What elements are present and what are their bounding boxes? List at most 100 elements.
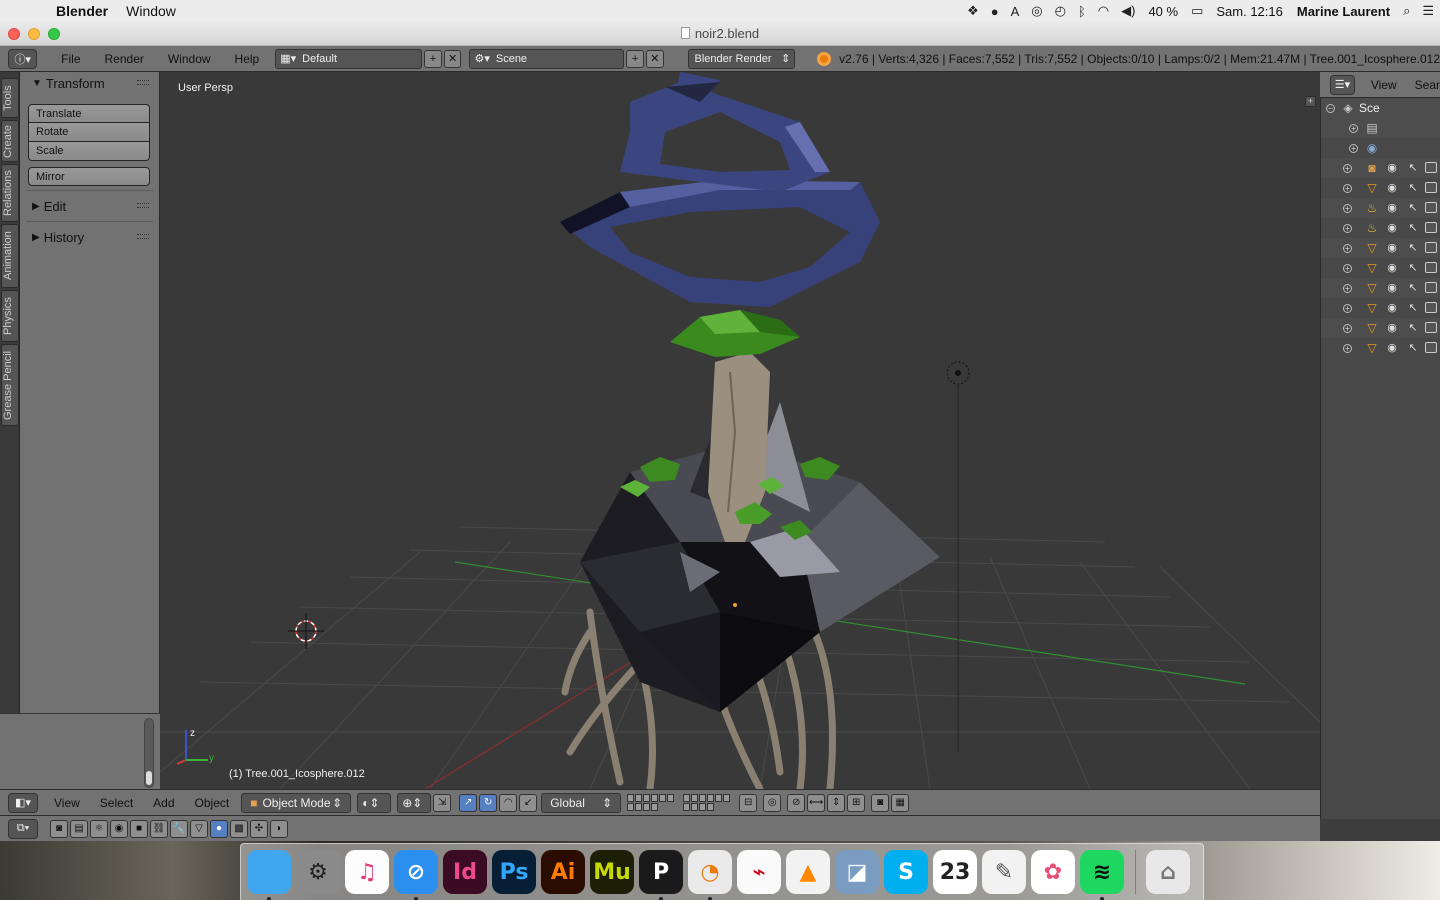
visibility-eye-icon[interactable]: ◉ — [1385, 341, 1399, 355]
select-menu[interactable]: Select — [90, 796, 143, 810]
operator-scrollbar[interactable] — [144, 718, 154, 788]
properties-region-toggle[interactable]: + — [1305, 96, 1316, 107]
clock[interactable]: Sam. 12:16 — [1209, 4, 1290, 19]
lock-layers-icon[interactable]: ⊟ — [739, 793, 758, 812]
calendar-icon[interactable]: 23 — [933, 850, 977, 894]
blender-icon[interactable]: ◔ — [688, 850, 732, 900]
outliner-row[interactable]: + ◙ ◉ ↖ — [1321, 158, 1440, 178]
spotify-icon[interactable]: ≋ — [1080, 850, 1124, 900]
outliner-scene-label[interactable]: Sce — [1359, 101, 1380, 115]
transform-panel-header[interactable]: ▼ Transform — [20, 72, 159, 94]
finder-icon[interactable] — [247, 850, 291, 900]
scene-tab-icon[interactable]: ⚛ — [90, 819, 108, 838]
acrobat-icon[interactable]: ⌁ — [737, 850, 781, 894]
viewport-scene[interactable]: z y — [160, 72, 1320, 789]
outliner-search-menu[interactable]: Sear — [1415, 78, 1440, 92]
vlc-icon[interactable]: ▲ — [786, 850, 830, 894]
expand-icon[interactable]: + — [1343, 324, 1352, 333]
visibility-eye-icon[interactable]: ◉ — [1385, 281, 1399, 295]
help-menu[interactable]: Help — [223, 52, 272, 66]
creative-cloud-icon[interactable]: ◎ — [1025, 3, 1048, 19]
outliner-row[interactable]: + ▽ ◉ ↖ — [1321, 278, 1440, 298]
selectable-cursor-icon[interactable]: ↖ — [1407, 341, 1419, 355]
timeline-editor-type-button[interactable]: ⧉▾ — [8, 818, 38, 839]
preview-icon[interactable]: ◪ — [835, 850, 879, 894]
snap-toggle-icon[interactable]: ⊘ — [787, 793, 806, 812]
render-camera-icon[interactable] — [1425, 202, 1437, 213]
window-menu[interactable]: Window — [126, 3, 176, 19]
expand-icon[interactable]: + — [1343, 264, 1352, 273]
outliner-row[interactable]: + ▽ ◉ ↖ — [1321, 298, 1440, 318]
outliner-row[interactable]: + ▽ ◉ ↖ — [1321, 178, 1440, 198]
expand-icon[interactable]: + — [1343, 184, 1352, 193]
render-camera-icon[interactable] — [1425, 222, 1437, 233]
outliner-row[interactable]: + ▽ ◉ ↖ — [1321, 238, 1440, 258]
photoshop-icon[interactable]: Ps — [492, 850, 536, 894]
itunes-icon[interactable]: ♫ — [345, 850, 389, 894]
world-tab-icon[interactable]: ◉ — [110, 819, 128, 838]
tab-animation[interactable]: Animation — [1, 224, 19, 288]
tab-grease-pencil[interactable]: Grease Pencil — [1, 344, 19, 426]
adobe-icon[interactable]: A — [1005, 4, 1026, 19]
info-editor-type-button[interactable]: ⓘ▾ — [8, 48, 38, 69]
outliner-row[interactable]: + ▽ ◉ ↖ — [1321, 258, 1440, 278]
battery-icon[interactable]: ▭ — [1185, 3, 1209, 19]
outliner-row[interactable]: + ▤ — [1321, 118, 1440, 138]
rotate-button[interactable]: Rotate — [28, 123, 150, 142]
volume-icon[interactable]: ◀) — [1115, 3, 1141, 19]
add-scene-button[interactable]: + — [626, 49, 644, 68]
3d-viewport[interactable]: z y User Persp (1) Tree.001_Icosphere.01… — [160, 72, 1320, 789]
expand-icon[interactable]: + — [1343, 244, 1352, 253]
scale-tool-icon[interactable]: ↙ — [519, 793, 538, 812]
file-menu[interactable]: File — [49, 52, 92, 66]
snap-element-icon[interactable]: ⟷ — [807, 793, 826, 812]
render-still-icon[interactable]: ◙ — [871, 793, 890, 812]
visibility-eye-icon[interactable]: ◉ — [1385, 201, 1399, 215]
skype-icon[interactable]: S — [884, 850, 928, 894]
outliner-row[interactable]: + ▽ ◉ ↖ — [1321, 338, 1440, 358]
layers-group-1[interactable] — [627, 793, 677, 812]
battery-percent[interactable]: 40 % — [1141, 4, 1185, 19]
tab-relations[interactable]: Relations — [1, 164, 19, 222]
scene-selector[interactable]: ⚙▾ Scene — [469, 48, 625, 69]
outliner-row[interactable]: + ♨ ◉ ↖ — [1321, 218, 1440, 238]
expand-icon[interactable]: + — [1343, 164, 1352, 173]
pivot-selector[interactable]: ⊕⇕ — [397, 792, 432, 813]
status-app-icon[interactable]: ● — [985, 4, 1005, 19]
object-tab-icon[interactable]: ■ — [130, 819, 148, 838]
dropbox-icon[interactable]: ❖ — [961, 3, 985, 19]
panel-grip-icon[interactable] — [137, 234, 149, 239]
tab-tools[interactable]: Tools — [1, 78, 19, 118]
constraints-tab-icon[interactable]: ⛓ — [150, 819, 168, 838]
render-camera-icon[interactable] — [1425, 282, 1437, 293]
expand-icon[interactable]: + — [1343, 284, 1352, 293]
selectable-cursor-icon[interactable]: ↖ — [1407, 321, 1419, 335]
expand-icon[interactable]: + — [1343, 344, 1352, 353]
object-menu[interactable]: Object — [185, 796, 240, 810]
layout-selector[interactable]: ▦▾ Default — [275, 48, 423, 69]
visibility-eye-icon[interactable]: ◉ — [1385, 261, 1399, 275]
visibility-eye-icon[interactable]: ◉ — [1385, 161, 1399, 175]
outliner-row-scene[interactable]: − ◈ Sce — [1321, 98, 1440, 118]
visibility-eye-icon[interactable]: ◉ — [1385, 181, 1399, 195]
outliner-row[interactable]: + ◉ — [1321, 138, 1440, 158]
selectable-cursor-icon[interactable]: ↖ — [1407, 201, 1419, 215]
add-layout-button[interactable]: + — [424, 49, 442, 68]
trash-icon[interactable]: ⌂ — [1146, 850, 1190, 894]
muse-icon[interactable]: Mu — [590, 850, 634, 894]
render-engine-selector[interactable]: Blender Render ⇕ — [687, 48, 796, 69]
time-machine-icon[interactable]: ◴ — [1049, 3, 1072, 19]
render-animation-icon[interactable]: ▦ — [891, 793, 910, 812]
illustrator-icon[interactable]: Ai — [541, 850, 585, 894]
modifiers-tab-icon[interactable]: 🔧 — [170, 819, 188, 838]
expand-icon[interactable]: + — [1349, 144, 1358, 153]
snap-grid-icon[interactable]: ⊞ — [847, 793, 866, 812]
render-camera-icon[interactable] — [1425, 182, 1437, 193]
visibility-eye-icon[interactable]: ◉ — [1385, 301, 1399, 315]
shading-selector[interactable]: ◐⇕ — [357, 792, 392, 813]
add-menu[interactable]: Add — [143, 796, 184, 810]
app-menu[interactable]: Blender — [56, 3, 108, 19]
scale-manipulator-icon[interactable]: ◠ — [499, 793, 518, 812]
render-camera-icon[interactable] — [1425, 302, 1437, 313]
outliner-editor-type-button[interactable]: ☰▾ — [1330, 74, 1355, 95]
